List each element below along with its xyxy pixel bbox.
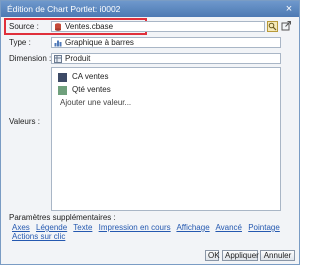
values-label: Valeurs : xyxy=(9,117,40,126)
apply-button[interactable]: Appliquer xyxy=(222,250,259,261)
link-avance[interactable]: Avancé xyxy=(215,223,242,232)
value-item-label: Qté ventes xyxy=(72,85,111,94)
params-links: Axes Légende Texte Impression en cours A… xyxy=(12,223,284,241)
source-label: Source : xyxy=(9,22,39,31)
link-texte[interactable]: Texte xyxy=(73,223,92,232)
link-axes[interactable]: Axes xyxy=(12,223,30,232)
link-legende[interactable]: Légende xyxy=(36,223,67,232)
open-external-icon[interactable] xyxy=(281,20,292,31)
dimension-field[interactable]: Produit xyxy=(51,53,281,64)
bar-chart-icon xyxy=(54,40,62,47)
type-value: Graphique à barres xyxy=(65,38,134,47)
dimension-label: Dimension : xyxy=(9,54,52,63)
dimension-icon xyxy=(54,55,62,63)
value-item-label: CA ventes xyxy=(72,72,109,81)
browse-source-icon[interactable] xyxy=(267,21,278,32)
dialog-titlebar: Édition de Chart Portlet: i0002 × xyxy=(1,1,299,17)
type-field[interactable]: Graphique à barres xyxy=(51,37,281,48)
ok-button[interactable]: OK xyxy=(205,250,220,261)
link-pointage[interactable]: Pointage xyxy=(248,223,280,232)
source-field[interactable]: Ventes.cbase xyxy=(51,21,265,32)
type-label: Type : xyxy=(9,38,31,47)
dimension-value: Produit xyxy=(65,54,91,63)
source-value: Ventes.cbase xyxy=(65,22,114,31)
color-swatch xyxy=(58,73,67,82)
chart-portlet-dialog: Édition de Chart Portlet: i0002 × Source… xyxy=(0,0,300,265)
link-affichage[interactable]: Affichage xyxy=(176,223,209,232)
cancel-button[interactable]: Annuler xyxy=(260,250,295,261)
params-label: Paramètres supplémentaires : xyxy=(9,213,116,222)
add-value-link[interactable]: Ajouter une valeur... xyxy=(60,98,131,107)
color-swatch xyxy=(58,86,67,95)
link-impression[interactable]: Impression en cours xyxy=(99,223,171,232)
close-button[interactable]: × xyxy=(283,3,295,15)
dialog-title: Édition de Chart Portlet: i0002 xyxy=(7,4,121,14)
values-list: CA ventes Qté ventes Ajouter une valeur.… xyxy=(51,67,281,211)
database-icon xyxy=(55,23,61,31)
link-actions-sur-clic[interactable]: Actions sur clic xyxy=(12,232,65,241)
